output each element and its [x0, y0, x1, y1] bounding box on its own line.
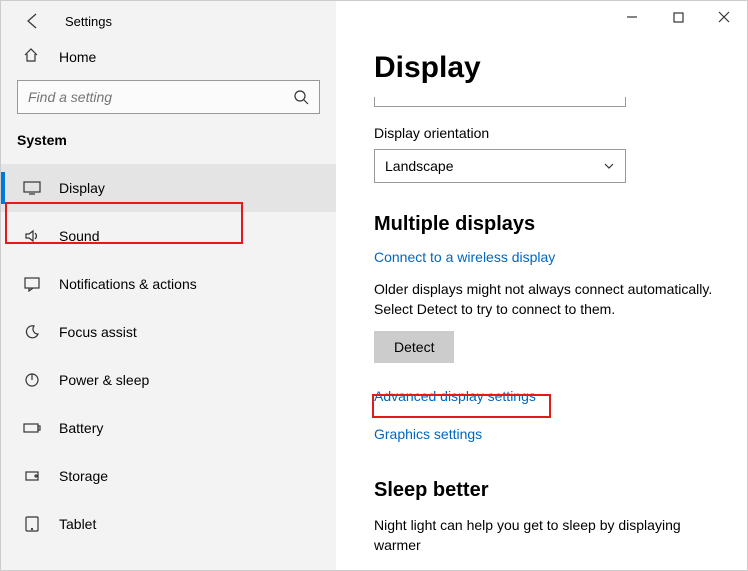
power-icon	[23, 371, 41, 389]
monitor-icon	[23, 179, 41, 197]
sidebar-item-label: Storage	[59, 468, 108, 484]
page-title: Display	[374, 51, 727, 85]
sidebar-item-label: Focus assist	[59, 324, 137, 340]
sidebar-item-tablet[interactable]: Tablet	[1, 500, 336, 548]
advanced-display-link[interactable]: Advanced display settings	[374, 389, 536, 403]
sidebar-item-focus-assist[interactable]: Focus assist	[1, 308, 336, 356]
orientation-value: Landscape	[385, 158, 454, 174]
search-input[interactable]	[28, 89, 293, 105]
sleep-info-text: Night light can help you get to sleep by…	[374, 516, 727, 555]
sidebar-item-label: Power & sleep	[59, 372, 149, 388]
sidebar-item-label: Sound	[59, 228, 99, 244]
sidebar-item-label: Display	[59, 180, 105, 196]
home-link[interactable]: Home	[1, 41, 336, 80]
moon-icon	[23, 323, 41, 341]
graphics-settings-link[interactable]: Graphics settings	[374, 427, 482, 441]
sidebar-item-storage[interactable]: Storage	[1, 452, 336, 500]
orientation-label: Display orientation	[374, 125, 727, 141]
chat-icon	[23, 275, 41, 293]
close-icon	[718, 11, 730, 23]
minimize-icon	[626, 11, 638, 23]
wireless-display-link[interactable]: Connect to a wireless display	[374, 250, 555, 264]
search-box[interactable]	[17, 80, 320, 114]
tablet-icon	[23, 515, 41, 533]
multiple-displays-heading: Multiple displays	[374, 213, 727, 236]
battery-icon	[23, 419, 41, 437]
sidebar-item-display[interactable]: Display	[1, 164, 336, 212]
maximize-icon	[673, 12, 684, 23]
window-title: Settings	[65, 14, 112, 29]
minimize-button[interactable]	[609, 1, 655, 33]
home-label: Home	[59, 49, 96, 65]
sidebar-item-label: Battery	[59, 420, 103, 436]
sidebar-item-power-sleep[interactable]: Power & sleep	[1, 356, 336, 404]
maximize-button[interactable]	[655, 1, 701, 33]
close-button[interactable]	[701, 1, 747, 33]
storage-icon	[23, 467, 41, 485]
detect-button[interactable]: Detect	[374, 331, 454, 363]
sleep-better-heading: Sleep better	[374, 479, 727, 502]
speaker-icon	[23, 227, 41, 245]
search-icon	[293, 89, 309, 105]
back-button[interactable]	[23, 11, 43, 31]
category-title: System	[1, 132, 336, 164]
orientation-dropdown[interactable]: Landscape	[374, 149, 626, 183]
sidebar-item-label: Notifications & actions	[59, 276, 197, 292]
sidebar-item-battery[interactable]: Battery	[1, 404, 336, 452]
sidebar-item-label: Tablet	[59, 516, 96, 532]
chevron-down-icon	[603, 160, 615, 172]
sidebar-item-sound[interactable]: Sound	[1, 212, 336, 260]
arrow-left-icon	[24, 12, 42, 30]
home-icon	[23, 47, 41, 66]
sidebar-item-notifications[interactable]: Notifications & actions	[1, 260, 336, 308]
divider-box	[374, 97, 626, 107]
detect-info-text: Older displays might not always connect …	[374, 280, 727, 319]
